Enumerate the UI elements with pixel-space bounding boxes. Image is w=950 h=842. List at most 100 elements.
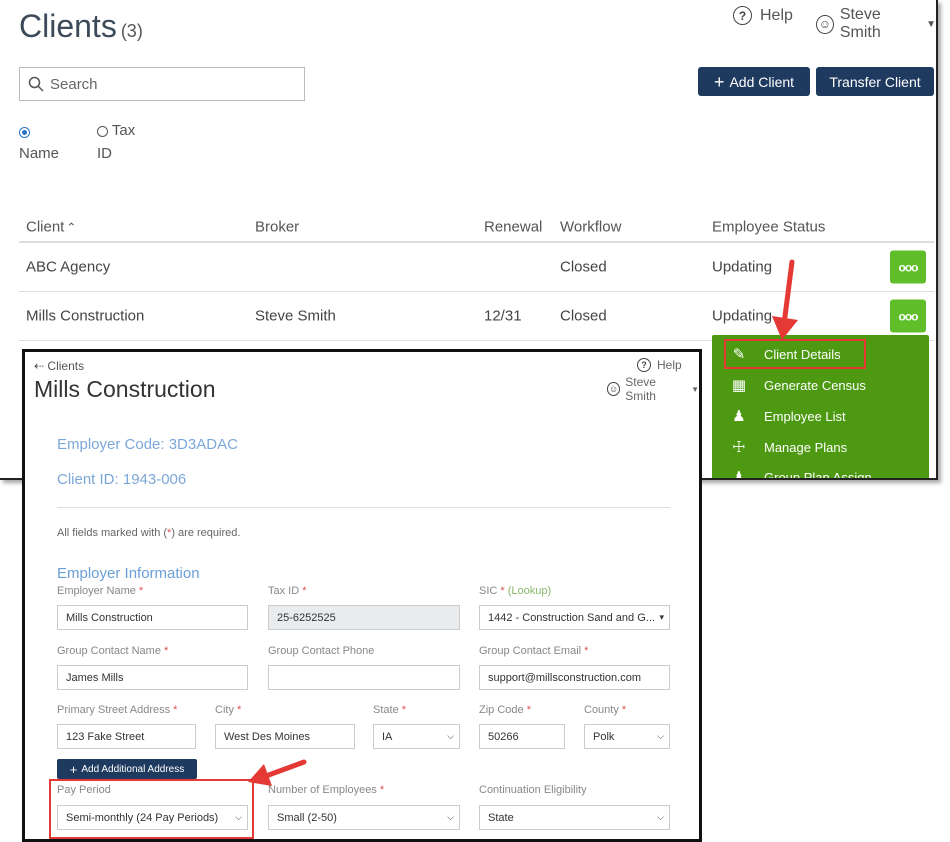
transfer-client-button[interactable]: Transfer Client [816, 67, 934, 96]
help-label: Help [657, 358, 682, 372]
city-label: City * [215, 704, 242, 716]
breadcrumb-label: Clients [47, 359, 85, 373]
more-icon: ooo [898, 309, 919, 323]
radio-tax-id[interactable]: Tax [97, 122, 135, 139]
county-value: Polk [593, 730, 615, 743]
menu-item-manage-plans[interactable]: ☩ Manage Plans [730, 438, 847, 456]
state-value: IA [382, 730, 393, 743]
chevron-down-icon: ⌵ [447, 731, 454, 741]
client-details-screenshot: ⇠ Clients Mills Construction ? Help ☺ St… [22, 349, 702, 842]
menu-label: Manage Plans [764, 439, 848, 455]
red-arrow-icon [248, 759, 307, 786]
employer-name-field[interactable]: Mills Construction [57, 605, 248, 630]
col-renewal[interactable]: Renewal [484, 218, 542, 235]
sic-value: 1442 - Construction Sand and G... [488, 611, 655, 624]
num-employees-select[interactable]: Small (2-50) ⌵ [268, 805, 460, 830]
transfer-client-label: Transfer Client [829, 73, 921, 90]
row-workflow: Closed [560, 258, 607, 276]
client-count: (3) [120, 21, 143, 41]
breadcrumb[interactable]: ⇠ Clients [34, 359, 84, 373]
row-actions-button[interactable]: ooo [890, 250, 926, 284]
row-client[interactable]: ABC Agency [26, 259, 110, 276]
group-contact-phone-label: Group Contact Phone [268, 645, 375, 657]
col-client[interactable]: Client ⌃ [26, 218, 76, 235]
user-icon: ☺ [607, 382, 621, 396]
row-status: Updating [712, 258, 773, 276]
radio-selected-icon [19, 126, 30, 138]
continuation-value: State [488, 811, 514, 824]
page-title: Clients (3) [19, 8, 143, 44]
user-menu[interactable]: ☺ Steve Smith ▼ [816, 6, 936, 42]
client-id: Client ID: 1943-006 [57, 471, 187, 488]
required-note: All fields marked with (*) are required. [57, 527, 241, 539]
tax-id-label: Tax ID * [268, 585, 307, 597]
row-client[interactable]: Mills Construction [26, 308, 144, 325]
highlight-box [49, 779, 254, 839]
row-broker: Steve Smith [255, 307, 336, 325]
continuation-select[interactable]: State ⌵ [479, 805, 670, 830]
menu-item-client-details[interactable]: ✎ Client Details [730, 345, 841, 363]
table-icon: ▦ [731, 377, 747, 394]
zip-field[interactable]: 50266 [479, 724, 565, 749]
users-icon: ♟ [732, 408, 746, 425]
group-contact-name-field[interactable]: James Mills [57, 665, 248, 690]
user-menu[interactable]: ☺ Steve Smith ▼ [607, 375, 699, 403]
group-contact-email-label: Group Contact Email * [479, 645, 589, 657]
add-address-button[interactable]: + Add Additional Address [57, 759, 197, 779]
menu-label: Client Details [764, 346, 841, 362]
sic-select[interactable]: 1442 - Construction Sand and G... ▾ [479, 605, 670, 630]
help-link[interactable]: ? Help [733, 6, 793, 25]
row-status: Updating [712, 307, 773, 325]
menu-item-group-plan-assign[interactable]: ♟ Group Plan Assign [730, 468, 872, 480]
street-field[interactable]: 123 Fake Street [57, 724, 196, 749]
radio-name[interactable] [19, 123, 30, 140]
chevron-down-icon: ⌵ [447, 812, 454, 822]
section-title: Employer Information [57, 565, 200, 582]
search-placeholder: Search [50, 75, 98, 93]
add-address-label: Add Additional Address [81, 763, 185, 775]
employer-name-label: Employer Name * [57, 585, 144, 597]
plus-icon: + [69, 761, 78, 777]
group-contact-name-label: Group Contact Name * [57, 645, 169, 657]
col-broker[interactable]: Broker [255, 218, 299, 235]
plus-icon: + [713, 71, 725, 92]
row-workflow: Closed [560, 307, 607, 325]
add-client-button[interactable]: + Add Client [698, 67, 810, 96]
radio-unselected-icon [97, 125, 108, 137]
col-workflow[interactable]: Workflow [560, 218, 621, 235]
sic-label: SIC * (Lookup) [479, 585, 552, 597]
state-select[interactable]: IA ⌵ [373, 724, 460, 749]
user-name: Steve Smith [625, 375, 656, 403]
user-name: Steve Smith [839, 6, 881, 41]
state-label: State * [373, 704, 407, 716]
row-renewal: 12/31 [484, 307, 522, 325]
county-select[interactable]: Polk ⌵ [584, 724, 670, 749]
search-input[interactable]: Search [19, 67, 305, 101]
menu-item-generate-census[interactable]: ▦ Generate Census [730, 376, 866, 394]
sort-up-icon: ⌃ [66, 220, 77, 234]
menu-item-employee-list[interactable]: ♟ Employee List [730, 407, 846, 425]
help-icon: ? [733, 6, 752, 25]
add-client-label: Add Client [729, 73, 795, 90]
help-link[interactable]: ? Help [637, 358, 682, 372]
menu-label: Group Plan Assign [764, 469, 872, 480]
num-employees-value: Small (2-50) [277, 811, 337, 824]
pencil-icon: ✎ [732, 346, 746, 363]
radio-name-label: Name [19, 145, 60, 162]
back-arrow-icon: ⇠ [34, 359, 45, 373]
group-contact-phone-field[interactable] [268, 665, 460, 690]
group-icon: ♟ [732, 469, 746, 480]
lookup-link[interactable]: (Lookup) [508, 585, 551, 597]
group-contact-email-field[interactable]: support@millsconstruction.com [479, 665, 670, 690]
row-actions-button[interactable]: ooo [890, 299, 926, 333]
continuation-label: Continuation Eligibility [479, 784, 587, 796]
table-header: Client ⌃ Broker Renewal Workflow Employee… [19, 212, 934, 243]
tax-id-field[interactable]: 25-6252525 [268, 605, 460, 630]
search-icon [28, 76, 44, 92]
more-icon: ooo [898, 260, 919, 274]
col-employee-status[interactable]: Employee Status [712, 218, 825, 235]
city-field[interactable]: West Des Moines [215, 724, 355, 749]
menu-label: Employee List [764, 408, 846, 424]
chevron-down-icon: ⌵ [657, 812, 664, 822]
employer-code: Employer Code: 3D3ADAC [57, 436, 238, 453]
